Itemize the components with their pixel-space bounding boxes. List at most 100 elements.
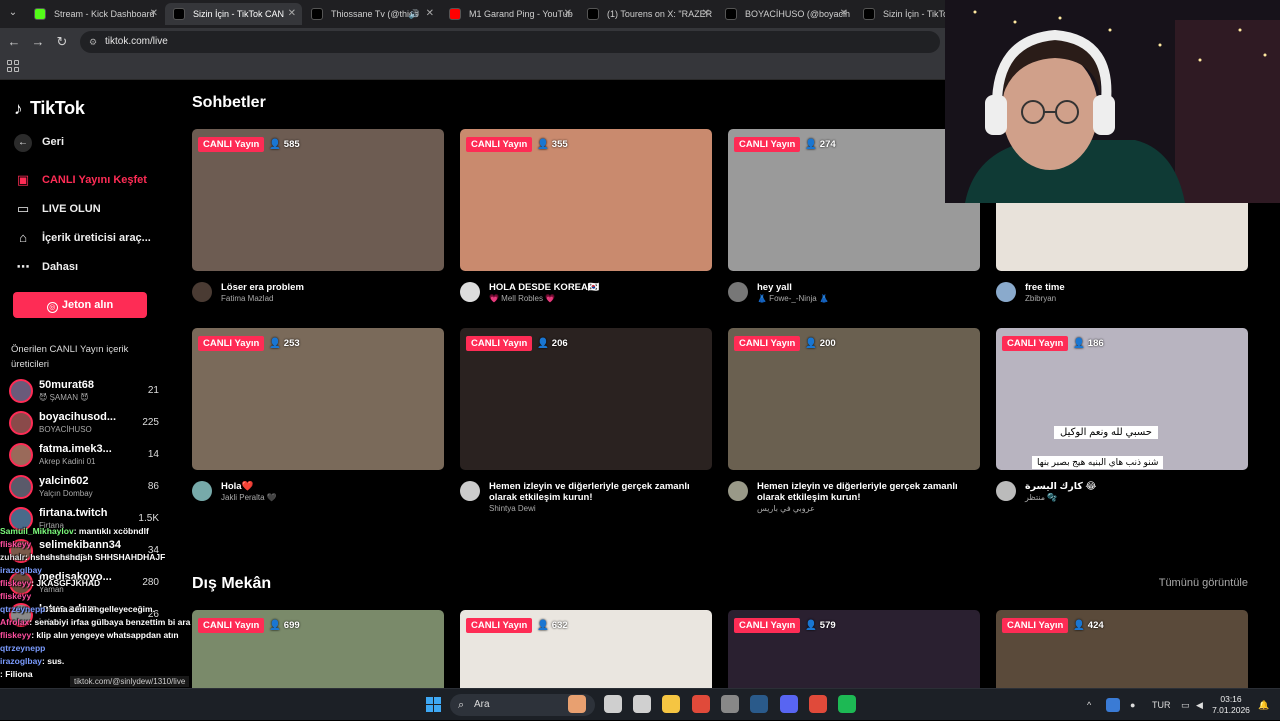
live-thumbnail[interactable]: CANLI Yayın 👤 699 <box>192 610 444 688</box>
stream-title: Hemen izleyin ve diğerleriyle gerçek zam… <box>489 481 690 503</box>
obs-icon[interactable] <box>721 695 739 713</box>
live-thumbnail[interactable]: CANLI Yayın 👤 424 <box>996 610 1248 688</box>
browser-tab[interactable]: (1) Tourens on X: "RAZER ✕ <box>579 3 716 25</box>
person-icon: 👤 <box>537 620 552 631</box>
live-thumbnail[interactable]: CANLI Yayın 👤 206 <box>460 328 712 470</box>
live-thumbnail[interactable]: CANLI Yayın 👤 186 حسبي لله ونعم الوكيل شنو … <box>996 328 1248 470</box>
forward-icon[interactable]: → <box>30 34 46 50</box>
windows-start-icon[interactable] <box>426 697 441 712</box>
close-tab-icon[interactable]: ✕ <box>426 3 434 25</box>
home-icon: ⌂ <box>19 230 27 245</box>
creator-item[interactable]: boyacihusod... BOYACİHUSO 225 <box>9 409 159 439</box>
live-label: CANLI Yayın <box>198 137 265 152</box>
browser-tab[interactable]: Sizin İçin - TikTok CAN ✕ <box>165 3 302 25</box>
coin-icon: ◎ <box>46 302 58 313</box>
system-clock[interactable]: 03:16 7.01.2026 <box>1212 694 1250 716</box>
live-thumbnail[interactable]: CANLI Yayın 👤 579 <box>728 610 980 688</box>
creator-item[interactable]: yalcin602 Yalçın Dombay 86 <box>9 473 159 503</box>
discord-icon[interactable] <box>780 695 798 713</box>
network-icon[interactable]: ▭ <box>1181 689 1190 721</box>
tray-app-icon[interactable] <box>1106 698 1120 712</box>
webcam-overlay <box>945 0 1280 203</box>
stream-info: Hemen izleyin ve diğerleriyle gerçek zam… <box>460 480 712 520</box>
reload-icon[interactable]: ↻ <box>54 34 70 50</box>
avatar <box>728 282 748 302</box>
task-view-icon[interactable] <box>604 695 622 713</box>
viewer-count: 225 <box>142 417 159 428</box>
apps-grid-icon[interactable] <box>7 60 19 72</box>
chat-username: irazoglbay <box>0 565 43 575</box>
tiktok-icon <box>311 8 323 20</box>
chrome-icon[interactable] <box>692 695 710 713</box>
chat-text: : mantıklı xcöbndlf <box>73 526 149 536</box>
live-thumbnail[interactable]: CANLI Yayın 👤 274 <box>728 129 980 271</box>
live-badge: CANLI Yayın 👤 585 <box>198 137 300 152</box>
creator-item[interactable]: fatma.imek3... Akrep Kadini 01 14 <box>9 441 159 471</box>
edge-icon[interactable] <box>568 695 586 713</box>
live-thumbnail[interactable]: CANLI Yayın 👤 200 <box>728 328 980 470</box>
x-icon <box>587 8 599 20</box>
audio-icon[interactable]: 🔊 <box>409 3 420 25</box>
creator-nickname: BOYACİHUSO <box>39 425 92 434</box>
windows-taskbar: ⌕ Ara ^ ● TUR ▭ ◀ 03:16 7.01.2026 🔔 <box>0 688 1280 720</box>
person-icon: 👤 <box>1073 338 1088 349</box>
camera-icon: ▭ <box>16 201 30 216</box>
back-icon[interactable]: ← <box>6 34 22 50</box>
address-bar[interactable]: ⚙ tiktok.com/live <box>80 31 940 53</box>
chrome-icon[interactable] <box>809 695 827 713</box>
chat-message: fliskeyy: JKASGFJKHAD <box>0 577 215 590</box>
creator-item[interactable]: 50murat68 😈 ŞAMAN 😈 21 <box>9 377 159 407</box>
streamer-name: Fatima Mazlad <box>221 294 274 303</box>
chat-username: fliskeyy <box>0 630 32 640</box>
stream-title: كارك اليسرة 😂 <box>1025 481 1097 492</box>
live-badge: CANLI Yayın 👤 206 <box>466 336 568 351</box>
person-icon: 👤 <box>537 139 552 150</box>
viewer-number: 355 <box>551 139 568 150</box>
tab-title: Sizin İçin - TikTok CAN <box>193 9 285 19</box>
person-icon: 👤 <box>805 620 820 631</box>
live-thumbnail[interactable]: CANLI Yayın 👤 585 <box>192 129 444 271</box>
chat-text: : ama seni engelleyeceğim. <box>45 604 155 614</box>
close-tab-icon[interactable]: ✕ <box>840 3 848 25</box>
tiktok-icon <box>173 8 185 20</box>
browser-tab[interactable]: Stream - Kick Dashboard ✕ <box>26 3 164 25</box>
browser-tab[interactable]: Sizin İçin - TikTok C <box>855 3 945 25</box>
person-icon: 👤 <box>537 338 552 349</box>
steam-icon[interactable] <box>750 695 768 713</box>
close-tab-icon[interactable]: ✕ <box>564 3 572 25</box>
files-icon[interactable] <box>662 695 680 713</box>
spotify-icon[interactable] <box>838 695 856 713</box>
viewer-number: 274 <box>819 139 836 150</box>
keyboard-language[interactable]: TUR <box>1152 689 1171 721</box>
live-thumbnail[interactable]: CANLI Yayın 👤 253 <box>192 328 444 470</box>
site-info-icon[interactable]: ⚙ <box>86 35 100 49</box>
more-dots-icon: ⋯ <box>16 259 30 274</box>
tray-chevron-icon[interactable]: ^ <box>1087 689 1091 721</box>
microphone-icon[interactable]: ● <box>1130 689 1135 721</box>
browser-tab[interactable]: BOYACİHUSO (@boyacih ✕ <box>717 3 854 25</box>
get-coins-button[interactable]: ◎ Jeton alın <box>13 292 147 318</box>
volume-icon[interactable]: ◀ <box>1196 689 1203 721</box>
person-icon: 👤 <box>805 338 820 349</box>
close-tab-icon[interactable]: ✕ <box>702 3 710 25</box>
creator-name: 50murat68 <box>39 379 95 391</box>
viewer-count: 1.5K <box>138 513 159 524</box>
tiktok-logo[interactable]: ♪ TikTok <box>14 98 85 120</box>
live-thumbnail[interactable]: CANLI Yayın 👤 632 <box>460 610 712 688</box>
close-tab-icon[interactable]: ✕ <box>150 3 158 25</box>
browser-tab[interactable]: M1 Garand Ping - YouTub ✕ <box>441 3 578 25</box>
see-all-link[interactable]: Tümünü görüntüle <box>1159 577 1248 589</box>
notification-bell-icon[interactable]: 🔔 <box>1258 689 1269 721</box>
close-tab-icon[interactable]: ✕ <box>288 3 296 25</box>
chat-message: fliskeyy <box>0 538 215 551</box>
tab-search-icon[interactable]: ⌄ <box>5 5 21 21</box>
viewer-number: 253 <box>283 338 300 349</box>
chat-username: zuhalr <box>0 552 26 562</box>
streamer-name: عروبي في باريس <box>757 504 815 513</box>
store-icon[interactable] <box>633 695 651 713</box>
live-label: CANLI Yayın <box>466 137 533 152</box>
tab-title: (1) Tourens on X: "RAZER <box>607 9 713 19</box>
browser-tab[interactable]: Thiossane Tv (@thios 🔊 ✕ <box>303 3 440 25</box>
live-thumbnail[interactable]: CANLI Yayın 👤 355 <box>460 129 712 271</box>
stream-title: free time <box>1025 282 1065 293</box>
